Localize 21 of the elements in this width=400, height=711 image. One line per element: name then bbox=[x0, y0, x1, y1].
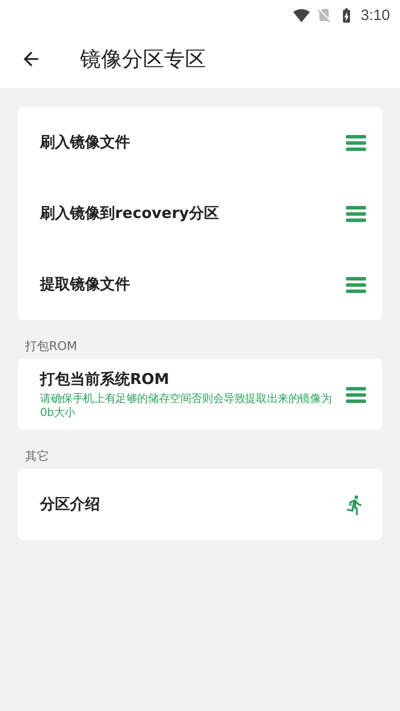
menu-icon bbox=[346, 134, 366, 150]
menu-icon bbox=[346, 206, 366, 222]
item-title: 分区介绍 bbox=[40, 495, 101, 514]
item-title: 打包当前系统ROM bbox=[40, 370, 170, 388]
item-subtitle: 请确保手机上有足够的储存空间否则会导致提取出来的镜像为0b大小 bbox=[40, 392, 333, 420]
section-header: 其它 bbox=[25, 448, 50, 465]
no-sim-icon bbox=[316, 7, 332, 23]
menu-item[interactable]: 提取镜像文件 bbox=[18, 249, 382, 320]
status-time: 3:10 bbox=[360, 6, 390, 24]
menu-item[interactable]: 分区介绍 bbox=[18, 469, 382, 540]
item-title: 提取镜像文件 bbox=[40, 275, 131, 294]
page-title: 镜像分区专区 bbox=[80, 46, 206, 73]
wifi-icon bbox=[292, 6, 310, 24]
item-title: 刷入镜像到recovery分区 bbox=[40, 204, 220, 223]
menu-icon bbox=[346, 386, 366, 402]
menu-item[interactable]: 刷入镜像到recovery分区 bbox=[18, 178, 382, 249]
menu-item[interactable]: 打包当前系统ROM 请确保手机上有足够的储存空间否则会导致提取出来的镜像为0b大小 bbox=[18, 359, 382, 430]
menu-item[interactable]: 刷入镜像文件 bbox=[18, 107, 382, 178]
menu-icon bbox=[346, 276, 366, 292]
item-title: 刷入镜像文件 bbox=[40, 133, 131, 152]
section-header: 打包ROM bbox=[25, 338, 78, 355]
